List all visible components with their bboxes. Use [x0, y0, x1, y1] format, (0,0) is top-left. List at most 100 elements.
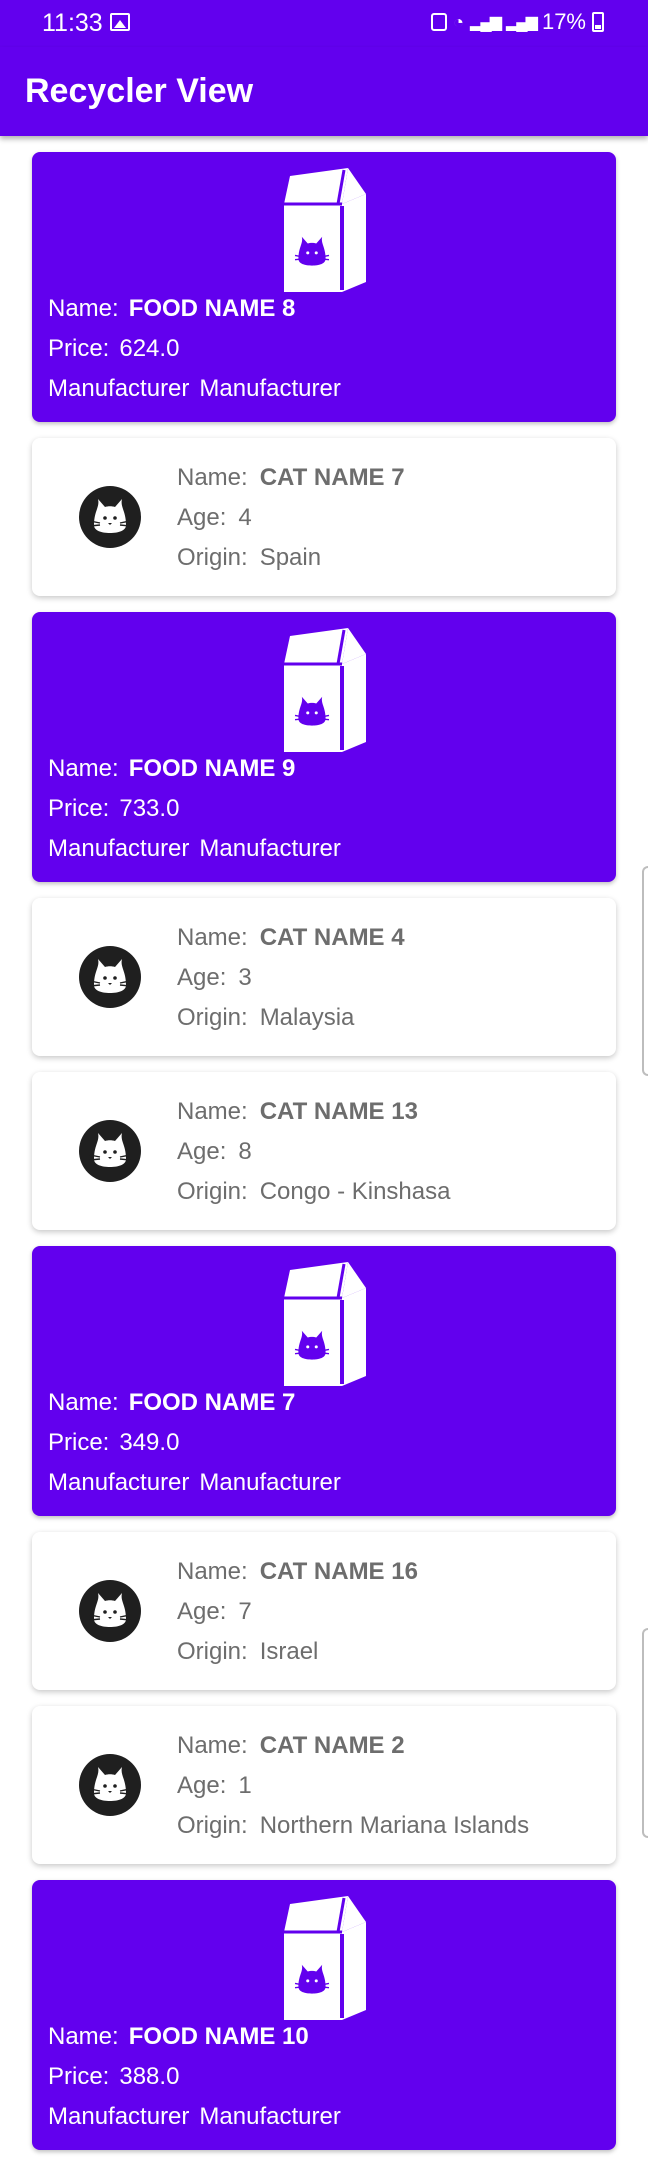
food-manufacturer-row: Manufacturer Manufacturer	[48, 1469, 341, 1497]
food-manufacturer-value: Manufacturer	[199, 375, 341, 402]
cat-origin-value: Malaysia	[259, 1004, 355, 1031]
cat-card[interactable]: Name: CAT NAME 4 Age: 3 Origin: Malaysia	[32, 898, 616, 1056]
cat-origin-label: Origin:	[177, 544, 248, 571]
cat-age-row: Age: 3	[177, 964, 252, 992]
food-name-label: Name:	[48, 2023, 119, 2050]
cat-name-value: CAT NAME 4	[259, 924, 405, 951]
food-price-row: Price: 388.0	[48, 2063, 179, 2091]
cat-name-row: Name: CAT NAME 2	[177, 1732, 405, 1760]
food-manufacturer-row: Manufacturer Manufacturer	[48, 2103, 341, 2131]
scroll-edge-indicator	[642, 1628, 648, 1838]
cat-age-label: Age:	[177, 1772, 227, 1799]
cat-food-bag-icon	[274, 1894, 374, 2024]
image-icon	[110, 13, 130, 31]
cat-name-label: Name:	[177, 1098, 248, 1125]
cat-age-value: 7	[238, 1598, 252, 1625]
food-name-row: Name: FOOD NAME 10	[48, 2023, 309, 2051]
cat-origin-row: Origin: Israel	[177, 1638, 318, 1666]
cat-name-label: Name:	[177, 924, 248, 951]
cat-age-value: 1	[238, 1772, 252, 1799]
status-bar: 11:33 ◔ ▂▄▆ ▂▄▆ 17%	[0, 0, 648, 47]
battery-percent: 17%	[541, 9, 586, 34]
cat-avatar-icon	[79, 1580, 141, 1642]
cat-name-row: Name: CAT NAME 16	[177, 1558, 418, 1586]
food-price-label: Price:	[48, 1429, 110, 1456]
cat-age-label: Age:	[177, 1598, 227, 1625]
food-card[interactable]: Name: FOOD NAME 7 Price: 349.0 Manufacturer M…	[32, 1246, 616, 1516]
cat-origin-label: Origin:	[177, 1004, 248, 1031]
cat-name-row: Name: CAT NAME 13	[177, 1098, 418, 1126]
food-manufacturer-value: Manufacturer	[199, 1469, 341, 1496]
cat-name-label: Name:	[177, 1558, 248, 1585]
cat-card[interactable]: Name: CAT NAME 7 Age: 4 Origin: Spain	[32, 438, 616, 596]
food-price-row: Price: 349.0	[48, 1429, 179, 1457]
cat-origin-row: Origin: Spain	[177, 544, 321, 572]
cat-origin-value: Congo - Kinshasa	[259, 1178, 451, 1205]
cat-name-label: Name:	[177, 464, 248, 491]
food-card[interactable]: Name: FOOD NAME 8 Price: 624.0 Manufacturer M…	[32, 152, 616, 422]
status-icons: ◔ ▂▄▆ ▂▄▆ 17%	[431, 9, 604, 35]
food-name-value: FOOD NAME 8	[128, 295, 296, 322]
food-manufacturer-value: Manufacturer	[199, 835, 341, 862]
food-manufacturer-label: Manufacturer	[48, 2103, 190, 2130]
food-manufacturer-value: Manufacturer	[199, 2103, 341, 2130]
cat-card[interactable]: Name: CAT NAME 13 Age: 8 Origin: Congo - Kins…	[32, 1072, 616, 1230]
cat-origin-row: Origin: Congo - Kinshasa	[177, 1178, 450, 1206]
cat-avatar-icon	[79, 1120, 141, 1182]
food-manufacturer-label: Manufacturer	[48, 835, 190, 862]
app-bar: Recycler View	[0, 47, 648, 136]
cat-age-row: Age: 8	[177, 1138, 252, 1166]
food-name-row: Name: FOOD NAME 9	[48, 755, 295, 783]
cat-age-label: Age:	[177, 964, 227, 991]
cat-name-row: Name: CAT NAME 7	[177, 464, 405, 492]
cat-name-row: Name: CAT NAME 4	[177, 924, 405, 952]
cat-origin-value: Israel	[259, 1638, 319, 1665]
food-price-row: Price: 624.0	[48, 335, 179, 363]
food-card[interactable]: Name: FOOD NAME 10 Price: 388.0 Manufacturer…	[32, 1880, 616, 2150]
cat-age-row: Age: 7	[177, 1598, 252, 1626]
cat-age-value: 3	[238, 964, 252, 991]
food-manufacturer-row: Manufacturer Manufacturer	[48, 835, 341, 863]
food-card[interactable]: Name: FOOD NAME 9 Price: 733.0 Manufacturer M…	[32, 612, 616, 882]
food-manufacturer-label: Manufacturer	[48, 1469, 190, 1496]
cat-card[interactable]: Name: CAT NAME 2 Age: 1 Origin: Northern Mari…	[32, 1706, 616, 1864]
food-price-value: 388.0	[119, 2063, 180, 2090]
food-name-value: FOOD NAME 7	[128, 1389, 296, 1416]
cat-origin-label: Origin:	[177, 1178, 248, 1205]
cat-origin-label: Origin:	[177, 1812, 248, 1839]
cat-avatar-icon	[79, 486, 141, 548]
cat-card[interactable]: Name: CAT NAME 16 Age: 7 Origin: Israel	[32, 1532, 616, 1690]
food-price-value: 624.0	[119, 335, 180, 362]
cat-name-value: CAT NAME 16	[259, 1558, 418, 1585]
food-price-label: Price:	[48, 335, 110, 362]
cat-name-value: CAT NAME 2	[259, 1732, 405, 1759]
food-name-label: Name:	[48, 1389, 119, 1416]
food-name-value: FOOD NAME 9	[128, 755, 296, 782]
cat-age-value: 8	[238, 1138, 252, 1165]
cat-origin-value: Spain	[259, 544, 322, 571]
food-name-value: FOOD NAME 10	[128, 2023, 309, 2050]
food-name-label: Name:	[48, 295, 119, 322]
food-manufacturer-label: Manufacturer	[48, 375, 190, 402]
cat-age-label: Age:	[177, 1138, 227, 1165]
cat-origin-row: Origin: Malaysia	[177, 1004, 354, 1032]
food-name-row: Name: FOOD NAME 8	[48, 295, 295, 323]
food-price-row: Price: 733.0	[48, 795, 179, 823]
food-manufacturer-row: Manufacturer Manufacturer	[48, 375, 341, 403]
scroll-edge-indicator	[642, 866, 648, 1076]
cat-name-value: CAT NAME 13	[259, 1098, 418, 1125]
food-price-value: 733.0	[119, 795, 180, 822]
cat-name-value: CAT NAME 7	[259, 464, 405, 491]
wifi-icon: ◔	[453, 11, 465, 32]
battery-icon	[592, 12, 604, 32]
cat-food-bag-icon	[274, 166, 374, 296]
cat-origin-value: Northern Mariana Islands	[259, 1812, 530, 1839]
food-price-label: Price:	[48, 795, 110, 822]
food-name-row: Name: FOOD NAME 7	[48, 1389, 295, 1417]
cat-age-value: 4	[238, 504, 252, 531]
cat-origin-row: Origin: Northern Mariana Islands	[177, 1812, 529, 1840]
page-title: Recycler View	[25, 72, 254, 110]
food-name-label: Name:	[48, 755, 119, 782]
status-time: 11:33	[42, 9, 103, 37]
food-price-label: Price:	[48, 2063, 110, 2090]
